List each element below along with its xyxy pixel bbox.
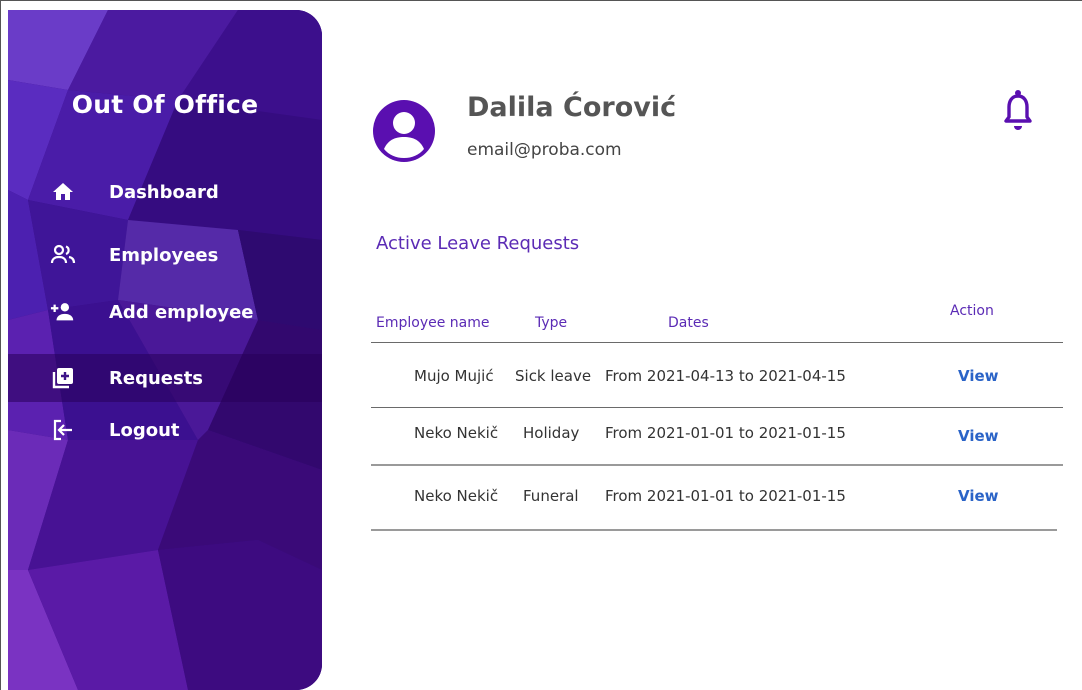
cell-type: Sick leave [515,367,592,385]
cell-dates: From 2021-04-13 to 2021-04-15 [605,367,846,385]
account-circle-icon[interactable] [373,100,435,162]
view-request-button[interactable]: View [958,367,999,385]
sidebar-item-dashboard[interactable]: Dashboard [8,168,322,216]
row-divider [371,407,1063,408]
sidebar-item-logout[interactable]: Logout [8,406,322,454]
column-header-dates: Dates [668,315,709,331]
app-title: Out Of Office [71,90,259,119]
cell-type: Holiday [523,424,580,442]
home-icon [50,179,76,205]
column-header-employee-name: Employee name [376,315,490,331]
cell-employee-name: Neko Nekič [414,487,499,505]
cell-employee-name: Neko Nekič [414,424,499,442]
view-request-button[interactable]: View [958,487,999,505]
sidebar-item-label: Requests [109,367,204,389]
sidebar: Out Of Office Dashboard Employees Add em… [8,10,322,690]
row-divider [371,529,1057,531]
add-person-icon [50,299,76,325]
section-title: Active Leave Requests [376,233,580,254]
logout-icon [50,417,76,443]
sidebar-item-label: Add employee [109,301,254,323]
cell-type: Funeral [523,487,579,505]
sidebar-item-add-employee[interactable]: Add employee [8,288,322,336]
sidebar-item-employees[interactable]: Employees [8,231,322,279]
cell-dates: From 2021-01-01 to 2021-01-15 [605,487,846,505]
sidebar-item-label: Employees [109,244,219,266]
table-header-divider [371,342,1063,343]
cell-dates: From 2021-01-01 to 2021-01-15 [605,424,846,442]
sidebar-item-label: Logout [109,419,180,441]
people-icon [50,242,76,268]
column-header-action: Action [950,303,994,319]
row-divider [371,464,1063,466]
sidebar-item-requests[interactable]: Requests [8,354,322,402]
sidebar-item-label: Dashboard [109,181,219,203]
column-header-type: Type [535,315,568,331]
cell-employee-name: Mujo Mujić [414,367,494,385]
bell-icon[interactable] [1003,88,1033,132]
add-box-icon [50,365,76,391]
user-name: Dalila Ćorović [467,92,677,123]
user-email: email@proba.com [467,140,622,160]
view-request-button[interactable]: View [958,427,999,445]
